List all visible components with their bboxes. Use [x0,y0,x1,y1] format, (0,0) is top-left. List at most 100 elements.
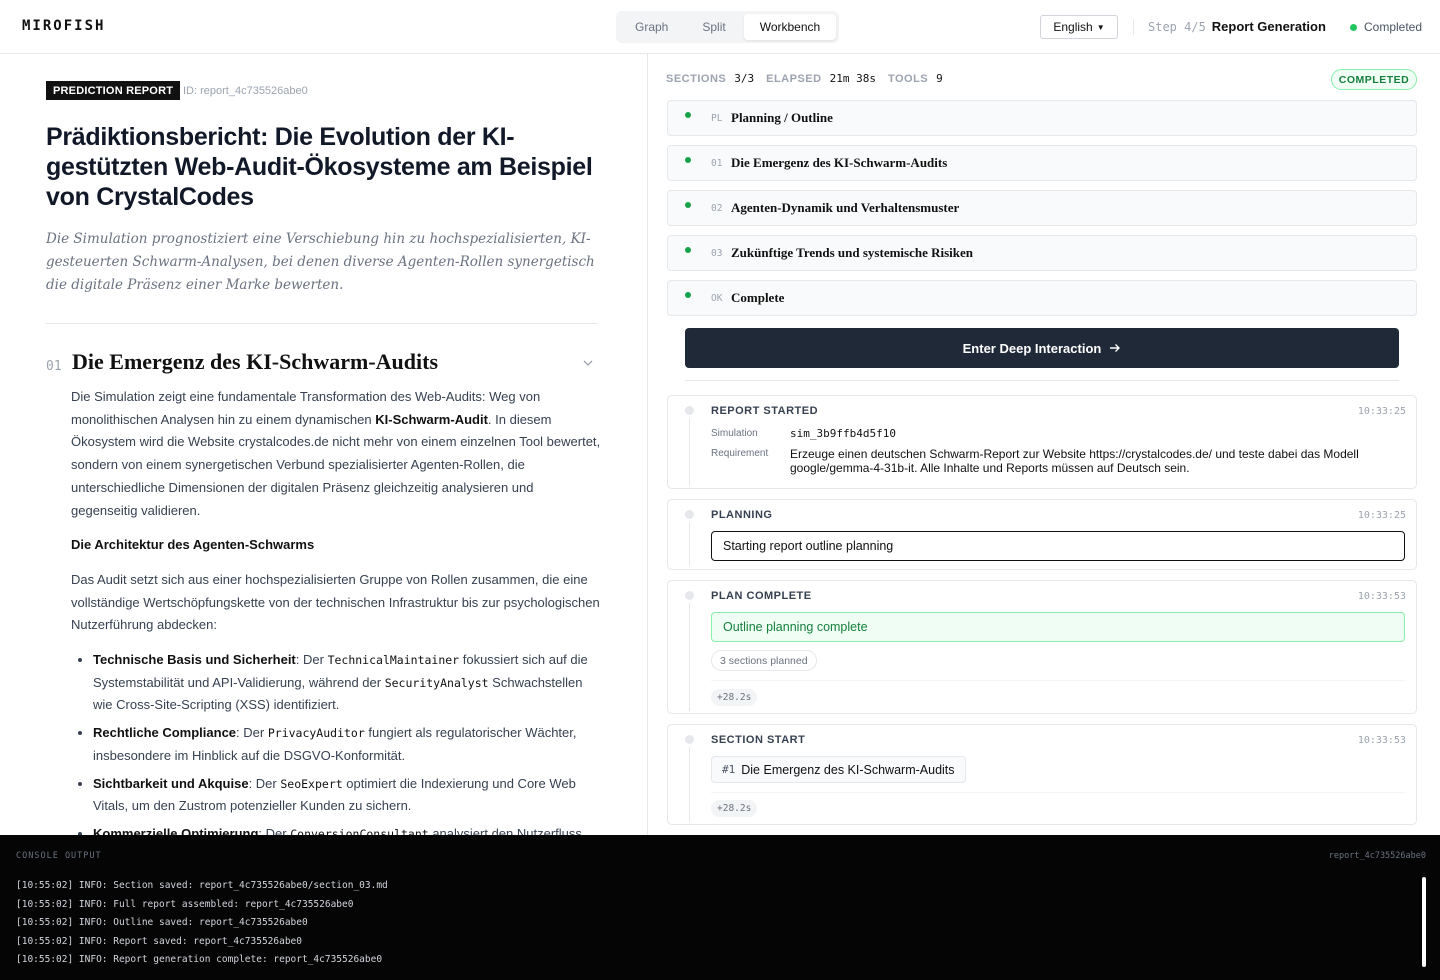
section-title[interactable]: Die Emergenz des KI-Schwarm-Audits [72,349,438,375]
divider [711,792,1405,793]
stage-code: OK [711,292,723,304]
tab-split[interactable]: Split [686,14,741,40]
workflow-panel[interactable]: SECTIONS 3/3 ELAPSED 21m 38s TOOLS 9 COMPLE… [649,54,1440,835]
stage-code: PL [711,112,723,124]
event-title: PLAN COMPLETE [711,590,812,602]
language-select[interactable]: English ▼ [1040,15,1118,39]
stage-code: 03 [711,247,723,259]
event-card: PLANNING 10:33:25 Starting report outlin… [667,499,1417,570]
elapsed-delta: +28.2s [711,689,758,706]
status-indicator: Completed [1350,20,1422,34]
chevron-down-icon: ▼ [1096,22,1105,32]
stage-item[interactable]: OK Complete [667,280,1417,316]
event-message: Starting report outline planning [711,531,1405,561]
meta-label: SECTIONS [666,72,727,85]
field-label: Requirement [711,448,769,459]
divider [46,323,598,324]
role-list: Technische Basis und Sicherheit: Der Tec… [71,649,601,835]
list-item: Kommerzielle Optimierung: Der Conversion… [93,823,601,835]
section-name: Die Emergenz des KI-Schwarm-Audits [741,762,955,777]
event-time: 10:33:25 [1357,406,1406,417]
log-line: [10:55:02] INFO: Outline saved: report_4… [16,917,308,928]
chevron-down-icon[interactable] [582,357,594,369]
event-card: PLAN COMPLETE 10:33:53 Outline planning … [667,580,1417,714]
stage-code: 01 [711,157,723,169]
status-dot-icon [685,247,691,253]
log-line: [10:55:02] INFO: Section saved: report_4… [16,880,388,891]
status-dot-icon [685,112,691,118]
step-indicator: Step 4/5 Report Generation [1148,19,1326,34]
subheading: Die Architektur des Agenten-Schwarms [71,537,315,553]
timeline-dot-icon [685,510,694,519]
log-line: [10:55:02] INFO: Report generation compl… [16,954,383,965]
stage-item[interactable]: 01 Die Emergenz des KI-Schwarm-Audits [667,145,1417,181]
top-bar: MIROFISH Graph Split Workbench English ▼… [0,0,1440,54]
brand-logo[interactable]: MIROFISH [22,18,105,34]
list-item: Rechtliche Compliance: Der PrivacyAudito… [93,722,601,767]
stage-item[interactable]: 02 Agenten-Dynamik und Verhaltensmuster [667,190,1417,226]
language-value: English [1053,20,1093,34]
simulation-id: sim_3b9ffb4d5f10 [790,427,896,440]
stage-item[interactable]: PL Planning / Outline [667,100,1417,136]
stage-name: Die Emergenz des KI-Schwarm-Audits [731,155,948,170]
view-tabs: Graph Split Workbench [616,11,840,43]
divider [711,680,1405,681]
section-chip: #1 Die Emergenz des KI-Schwarm-Audits [711,756,966,783]
stage-code: 02 [711,202,723,214]
divider [1133,19,1134,35]
status-badge: COMPLETED [1331,69,1417,90]
list-item: Sichtbarkeit und Akquise: Der SeoExpert … [93,773,601,818]
timeline-dot-icon [685,406,694,415]
event-card: SECTION START 10:33:53 #1 Die Emergenz d… [667,724,1417,825]
timeline-dot-icon [685,735,694,744]
status-text: Completed [1364,20,1423,34]
event-title: REPORT STARTED [711,405,819,417]
stage-name: Complete [731,290,785,305]
list-item: Technische Basis und Sicherheit: Der Tec… [93,649,601,717]
button-label: Enter Deep Interaction [962,340,1102,356]
section-number: 01 [46,359,62,374]
timeline-line [689,522,690,566]
elapsed-delta: +28.2s [711,800,758,817]
stage-name: Agenten-Dynamik und Verhaltensmuster [731,200,960,215]
deep-interaction-button[interactable]: Enter Deep Interaction [685,328,1399,368]
workflow-meta: SECTIONS 3/3 ELAPSED 21m 38s TOOLS 9 [666,72,947,85]
meta-value: 3/3 [734,72,755,85]
event-message: Outline planning complete [711,612,1405,642]
section-body: Die Simulation zeigt eine fundamentale T… [71,386,601,835]
console-report-id: report_4c735526abe0 [1328,851,1426,861]
meta-value: 21m 38s [829,72,876,85]
divider [685,380,1399,381]
log-line: [10:55:02] INFO: Full report assembled: … [16,898,354,910]
paragraph: Die Simulation zeigt eine fundamentale T… [71,389,601,518]
tab-workbench[interactable]: Workbench [743,14,837,40]
log-line: [10:55:02] INFO: Report saved: report_4c… [16,935,302,947]
timeline-dot-icon [685,591,694,600]
step-number: Step 4/5 [1148,19,1206,34]
stage-name: Planning / Outline [731,110,833,125]
scrollbar[interactable] [1422,877,1426,967]
console-label: CONSOLE OUTPUT [16,851,102,861]
meta-label: ELAPSED [766,72,822,85]
event-title: SECTION START [711,734,806,746]
timeline-line [689,418,690,486]
step-name: Report Generation [1211,19,1326,34]
stage-item[interactable]: 03 Zukünftige Trends und systemische Ris… [667,235,1417,271]
status-dot-icon [1350,23,1357,31]
report-title: Prädiktionsbericht: Die Evolution der KI… [46,123,593,211]
console-panel[interactable]: CONSOLE OUTPUT report_4c735526abe0 [10:5… [0,835,1440,980]
event-time: 10:33:53 [1357,591,1406,602]
section-index: #1 [722,763,736,776]
event-title: PLANNING [711,509,773,521]
stage-name: Zukünftige Trends und systemische Risike… [731,245,974,260]
status-dot-icon [685,292,691,298]
report-subtitle: Die Simulation prognostiziert eine Versc… [46,231,595,293]
tab-graph[interactable]: Graph [619,14,684,40]
event-card: REPORT STARTED 10:33:25 Simulation sim_3… [667,395,1417,489]
report-panel[interactable]: PREDICTION REPORT ID: report_4c735526abe… [0,54,648,835]
timeline-line [689,747,690,822]
console-log: [10:55:02] INFO: Section saved: report_4… [16,877,388,970]
arrow-right-icon [1110,344,1121,352]
requirement-text: Erzeuge einen deutschen Schwarm-Report z… [790,447,1359,475]
report-badge: PREDICTION REPORT [46,81,181,100]
